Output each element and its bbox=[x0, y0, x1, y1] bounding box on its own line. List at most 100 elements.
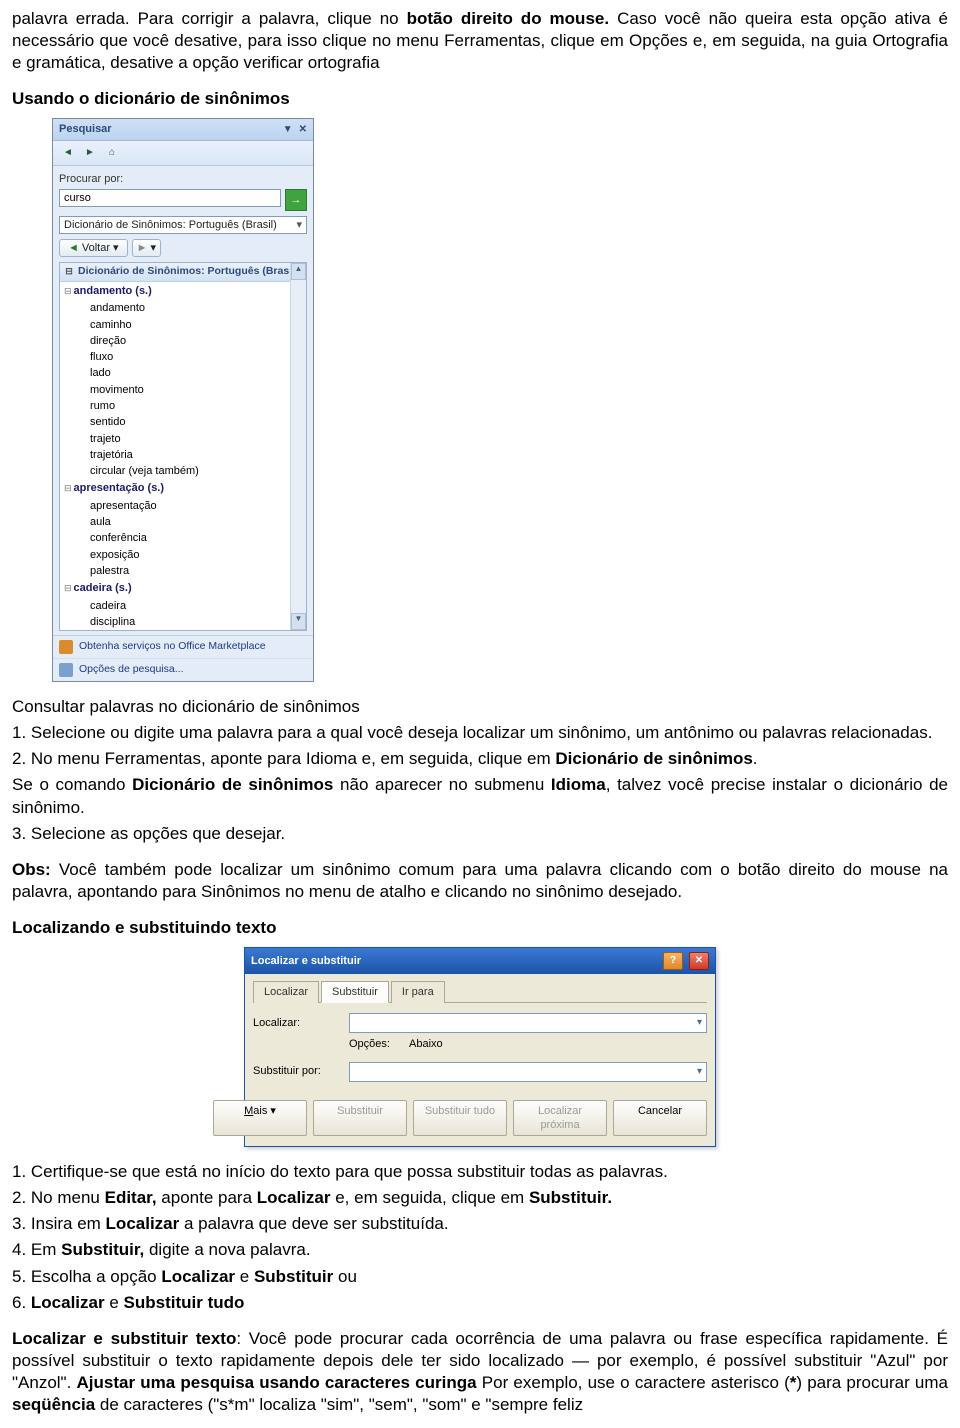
s2pg: seqüência bbox=[12, 1395, 95, 1414]
result-item[interactable]: aula bbox=[60, 514, 306, 530]
scroll-down-icon[interactable]: ▼ bbox=[291, 613, 306, 630]
sec1-li2-b: Dicionário de sinônimos bbox=[555, 749, 752, 768]
result-item[interactable]: conferência bbox=[60, 530, 306, 546]
s2l3a: 3. Insira em bbox=[12, 1214, 106, 1233]
result-group-head[interactable]: cadeira (s.) bbox=[60, 579, 306, 597]
result-item[interactable]: trajetória bbox=[60, 447, 306, 463]
sec1-li2ex-d: Idioma bbox=[551, 775, 606, 794]
sec2-li6: 6. Localizar e Substituir tudo bbox=[12, 1292, 948, 1314]
sec1-li2ex-c: não aparecer no submenu bbox=[333, 775, 551, 794]
options-label: Opções: bbox=[349, 1037, 390, 1051]
panel-title: Pesquisar bbox=[59, 122, 112, 136]
options-value: Abaixo bbox=[409, 1037, 443, 1051]
result-item[interactable]: andamento bbox=[60, 300, 306, 316]
panel-footer: Obtenha serviços no Office Marketplace O… bbox=[53, 635, 313, 681]
replace-input[interactable] bbox=[349, 1062, 707, 1082]
obs-label: Obs: bbox=[12, 860, 51, 879]
dialog-title: Localizar e substituir bbox=[251, 954, 361, 968]
panel-toolbar: ◄ ► ⌂ bbox=[53, 141, 313, 166]
sec1-li3: 3. Selecione as opções que desejar. bbox=[12, 823, 948, 845]
sec1-li1: 1. Selecione ou digite uma palavra para … bbox=[12, 722, 948, 744]
panel-titlebar: Pesquisar ▼ ✕ bbox=[53, 119, 313, 140]
search-label: Procurar por: bbox=[59, 172, 307, 186]
result-item[interactable]: circular (veja também) bbox=[60, 463, 306, 479]
s2l4c: digite a nova palavra. bbox=[144, 1240, 310, 1259]
result-item[interactable]: caminho bbox=[60, 317, 306, 333]
search-options-text: Opções de pesquisa... bbox=[79, 663, 183, 677]
fwd-arrow-icon: ► bbox=[137, 241, 148, 255]
cancel-button[interactable]: Cancelar bbox=[613, 1100, 707, 1137]
sec2-para: Localizar e substituir texto: Você pode … bbox=[12, 1328, 948, 1416]
sec1-li2: 2. No menu Ferramentas, aponte para Idio… bbox=[12, 748, 948, 770]
search-options-link[interactable]: Opções de pesquisa... bbox=[53, 658, 313, 681]
result-item[interactable]: rumo bbox=[60, 398, 306, 414]
s2l6c: e bbox=[105, 1293, 124, 1312]
result-item[interactable]: palestra bbox=[60, 563, 306, 579]
replace-label: Substituir por: bbox=[253, 1064, 341, 1078]
back-dropdown-icon[interactable]: ▾ bbox=[113, 241, 119, 255]
collapse-icon[interactable]: ⊟ bbox=[64, 266, 74, 278]
find-next-button[interactable]: Localizar próxima bbox=[513, 1100, 607, 1137]
s2l6b: Localizar bbox=[31, 1293, 105, 1312]
find-input[interactable] bbox=[349, 1013, 707, 1033]
sec2-li2: 2. No menu Editar, aponte para Localizar… bbox=[12, 1187, 948, 1209]
s2l3b: Localizar bbox=[106, 1214, 180, 1233]
sec2-li5: 5. Escolha a opção Localizar e Substitui… bbox=[12, 1266, 948, 1288]
go-button[interactable]: → bbox=[285, 189, 307, 211]
dictionary-select[interactable]: Dicionário de Sinônimos: Português (Bras… bbox=[59, 216, 307, 234]
back-icon[interactable]: ◄ bbox=[59, 144, 77, 162]
dialog-tab[interactable]: Localizar bbox=[253, 981, 319, 1003]
dropdown-icon[interactable]: ▼ bbox=[283, 123, 293, 136]
search-input[interactable] bbox=[59, 189, 281, 207]
s2l2d: Localizar bbox=[257, 1188, 331, 1207]
s2l6a: 6. bbox=[12, 1293, 31, 1312]
result-item[interactable]: lado bbox=[60, 365, 306, 381]
find-label: Localizar: bbox=[253, 1016, 341, 1030]
after-panel-text: Consultar palavras no dicionário de sinô… bbox=[12, 696, 948, 718]
close-icon[interactable]: ✕ bbox=[299, 123, 307, 136]
marketplace-text: Obtenha serviços no Office Marketplace bbox=[79, 640, 266, 654]
s2l6d: Substituir tudo bbox=[124, 1293, 245, 1312]
result-item[interactable]: direção bbox=[60, 333, 306, 349]
result-group-head[interactable]: apresentação (s.) bbox=[60, 479, 306, 497]
sec1-li2-extra: Se o comando Dicionário de sinônimos não… bbox=[12, 774, 948, 818]
replace-all-button[interactable]: Substituir tudo bbox=[413, 1100, 507, 1137]
forward-button[interactable]: ► ▾ bbox=[132, 239, 161, 257]
marketplace-link[interactable]: Obtenha serviços no Office Marketplace bbox=[53, 636, 313, 658]
more-button[interactable]: Mais ▾ bbox=[213, 1100, 307, 1137]
result-item[interactable]: fluxo bbox=[60, 349, 306, 365]
result-item[interactable]: trajeto bbox=[60, 431, 306, 447]
options-icon bbox=[59, 663, 73, 677]
scrollbar[interactable]: ▲ ▼ bbox=[290, 263, 306, 630]
fwd-dropdown-icon[interactable]: ▾ bbox=[150, 241, 156, 255]
s2l2a: 2. No menu bbox=[12, 1188, 105, 1207]
replace-button[interactable]: Substituir bbox=[313, 1100, 407, 1137]
sec1-li2ex-b: Dicionário de sinônimos bbox=[132, 775, 333, 794]
help-button[interactable]: ? bbox=[663, 952, 683, 970]
result-item[interactable]: exposição bbox=[60, 547, 306, 563]
s2pa: Localizar e substituir texto bbox=[12, 1329, 236, 1348]
dialog-tab[interactable]: Substituir bbox=[321, 981, 389, 1003]
sec1-li2-c: . bbox=[753, 749, 758, 768]
result-item[interactable]: disciplina bbox=[60, 614, 306, 630]
sec1-li2ex-a: Se o comando bbox=[12, 775, 132, 794]
result-item[interactable]: movimento bbox=[60, 382, 306, 398]
close-button[interactable]: ✕ bbox=[689, 952, 709, 970]
obs-text: Você também pode localizar um sinônimo c… bbox=[12, 860, 948, 901]
back-button[interactable]: ◄ Voltar ▾ bbox=[59, 239, 128, 257]
dialog-tab[interactable]: Ir para bbox=[391, 981, 445, 1003]
dialog-titlebar: Localizar e substituir ? ✕ bbox=[245, 948, 715, 974]
scroll-up-icon[interactable]: ▲ bbox=[291, 263, 306, 280]
result-item[interactable]: apresentação bbox=[60, 498, 306, 514]
home-icon[interactable]: ⌂ bbox=[103, 144, 121, 162]
more-rest: ais ▾ bbox=[253, 1105, 276, 1117]
result-item[interactable]: sentido bbox=[60, 414, 306, 430]
result-group-head[interactable]: andamento (s.) bbox=[60, 282, 306, 300]
results-header[interactable]: ⊟ Dicionário de Sinônimos: Português (Br… bbox=[60, 263, 306, 282]
result-item[interactable]: cadeira bbox=[60, 598, 306, 614]
intro-paragraph: palavra errada. Para corrigir a palavra,… bbox=[12, 8, 948, 74]
forward-icon[interactable]: ► bbox=[81, 144, 99, 162]
sec2-li1: 1. Certifique-se que está no início do t… bbox=[12, 1161, 948, 1183]
section1-heading: Usando o dicionário de sinônimos bbox=[12, 88, 948, 110]
find-label-text: Localizar: bbox=[253, 1017, 300, 1029]
